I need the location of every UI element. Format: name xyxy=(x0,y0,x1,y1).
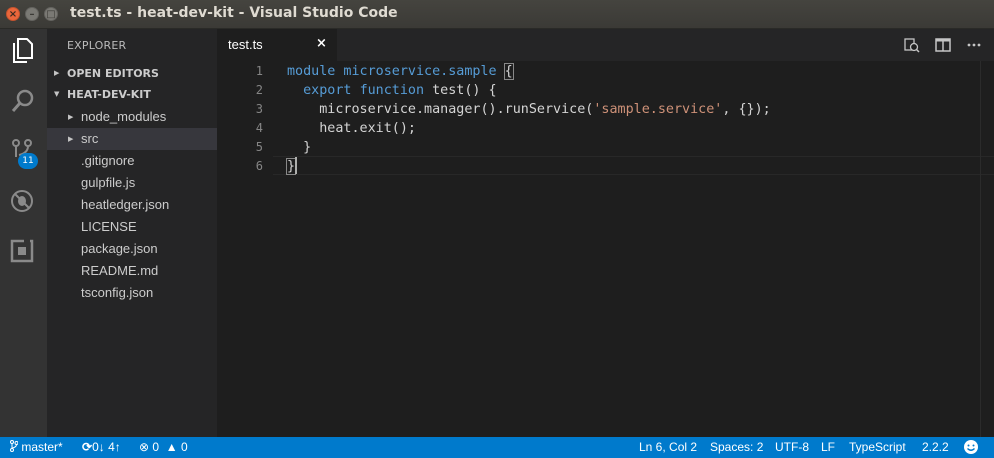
error-icon: ⊗ xyxy=(139,440,150,454)
source-control-icon[interactable]: 11 xyxy=(0,131,47,171)
line-number: 2 xyxy=(255,83,263,97)
window-minimize-button[interactable]: – xyxy=(25,7,39,21)
eol-status[interactable]: LF xyxy=(821,440,835,454)
tree-folder-src[interactable]: ▶ src xyxy=(47,128,217,150)
code-token: function xyxy=(359,83,425,98)
tree-item-label: heatledger.json xyxy=(81,197,170,212)
open-editors-section[interactable]: ▶ OPEN EDITORS xyxy=(47,63,217,84)
tree-item-label: node_modules xyxy=(81,109,167,124)
cursor-position[interactable]: Ln 6, Col 2 xyxy=(639,440,697,454)
chevron-down-icon: ▼ xyxy=(54,90,60,98)
git-branch-icon xyxy=(10,440,19,452)
tree-item-label: src xyxy=(81,131,99,146)
split-editor-icon[interactable] xyxy=(934,36,954,54)
code-token: test() { xyxy=(424,83,497,98)
code-line: export function test() { xyxy=(287,81,497,100)
branch-label: master* xyxy=(21,440,63,454)
code-line: microservice.manager().runService('sampl… xyxy=(287,100,771,119)
matched-bracket: { xyxy=(503,63,514,80)
branch-status[interactable]: master* xyxy=(10,440,63,454)
status-bar: master* ⟳0↓ 4↑ ⊗ 0 ▲ 0 Ln 6, Col 2 Space… xyxy=(0,437,994,458)
code-string: 'sample.service' xyxy=(593,102,723,117)
code-token: , {}); xyxy=(722,102,771,117)
code-token: microservice.manager().runService( xyxy=(319,102,594,117)
window-maximize-button[interactable]: □ xyxy=(44,7,58,21)
tree-file-heatledger[interactable]: heatledger.json xyxy=(47,194,217,216)
language-status[interactable]: TypeScript xyxy=(849,440,906,454)
extensions-icon[interactable] xyxy=(0,231,47,271)
chevron-right-icon: ▶ xyxy=(68,113,74,121)
tree-file-gitignore[interactable]: .gitignore xyxy=(47,150,217,172)
tree-item-label: LICENSE xyxy=(81,219,137,234)
indentation-status[interactable]: Spaces: 2 xyxy=(710,440,763,454)
sync-label: 0↓ 4↑ xyxy=(92,440,121,454)
tree-file-license[interactable]: LICENSE xyxy=(47,216,217,238)
code-line: } xyxy=(287,138,311,157)
search-icon[interactable] xyxy=(0,81,47,121)
project-label: HEAT-DEV-KIT xyxy=(67,88,151,101)
tree-file-gulpfile[interactable]: gulpfile.js xyxy=(47,172,217,194)
window-close-button[interactable]: × xyxy=(6,7,20,21)
code-editor[interactable]: 1 2 3 4 5 6 module microservice.sample {… xyxy=(217,61,994,437)
explorer-sidebar: EXPLORER ▶ OPEN EDITORS ▼ HEAT-DEV-KIT ▶… xyxy=(47,29,217,437)
code-line: } xyxy=(285,157,297,176)
tree-item-label: README.md xyxy=(81,263,159,278)
tree-item-label: gulpfile.js xyxy=(81,175,136,190)
debug-icon[interactable] xyxy=(0,181,47,221)
window-title: test.ts - heat-dev-kit - Visual Studio C… xyxy=(70,5,398,21)
error-count: 0 xyxy=(152,440,160,454)
line-number: 6 xyxy=(255,159,263,173)
encoding-status[interactable]: UTF-8 xyxy=(775,440,809,454)
open-changes-icon[interactable] xyxy=(903,36,923,54)
open-editors-label: OPEN EDITORS xyxy=(67,67,159,80)
code-token: } xyxy=(303,140,312,155)
tree-item-label: .gitignore xyxy=(81,153,135,168)
project-section[interactable]: ▼ HEAT-DEV-KIT xyxy=(47,84,217,105)
warning-count: 0 xyxy=(181,440,188,454)
tree-item-label: package.json xyxy=(81,241,158,256)
line-number: 3 xyxy=(255,102,263,116)
chevron-right-icon: ▶ xyxy=(54,69,60,77)
text-cursor xyxy=(295,157,297,174)
sync-icon: ⟳ xyxy=(82,440,93,454)
code-line: module microservice.sample { xyxy=(287,62,514,81)
scm-count-badge: 11 xyxy=(18,153,38,169)
close-icon[interactable]: × xyxy=(316,36,327,51)
line-number: 1 xyxy=(255,64,263,78)
warning-icon: ▲ xyxy=(162,440,178,454)
code-line: heat.exit(); xyxy=(287,119,416,138)
window-titlebar: × – □ test.ts - heat-dev-kit - Visual St… xyxy=(0,0,994,29)
problems-status[interactable]: ⊗ 0 ▲ 0 xyxy=(139,440,188,454)
explorer-icon[interactable] xyxy=(0,31,47,71)
tree-file-tsconfig[interactable]: tsconfig.json xyxy=(47,282,217,304)
typescript-version[interactable]: 2.2.2 xyxy=(922,440,949,454)
activity-bar: 11 xyxy=(0,29,47,437)
current-line-highlight xyxy=(273,156,994,175)
line-number: 5 xyxy=(255,140,263,154)
code-token: module microservice.sample xyxy=(287,64,505,79)
tab-test-ts[interactable]: test.ts × xyxy=(217,29,337,61)
code-token: export xyxy=(303,83,352,98)
tab-label: test.ts xyxy=(228,37,263,52)
tree-folder-node-modules[interactable]: ▶ node_modules xyxy=(47,106,217,128)
tree-file-readme[interactable]: README.md xyxy=(47,260,217,282)
tree-item-label: tsconfig.json xyxy=(81,285,154,300)
feedback-smiley-icon[interactable] xyxy=(963,439,979,458)
editor-scrollbar[interactable] xyxy=(980,61,994,437)
sidebar-title: EXPLORER xyxy=(67,39,127,52)
tree-file-package[interactable]: package.json xyxy=(47,238,217,260)
sync-status[interactable]: ⟳0↓ 4↑ xyxy=(82,440,121,454)
line-number: 4 xyxy=(255,121,263,135)
more-actions-icon[interactable] xyxy=(965,36,985,54)
chevron-right-icon: ▶ xyxy=(68,135,74,143)
editor-tab-bar: test.ts × xyxy=(217,29,994,61)
matched-bracket: } xyxy=(285,158,297,175)
code-token: heat.exit(); xyxy=(319,121,416,136)
